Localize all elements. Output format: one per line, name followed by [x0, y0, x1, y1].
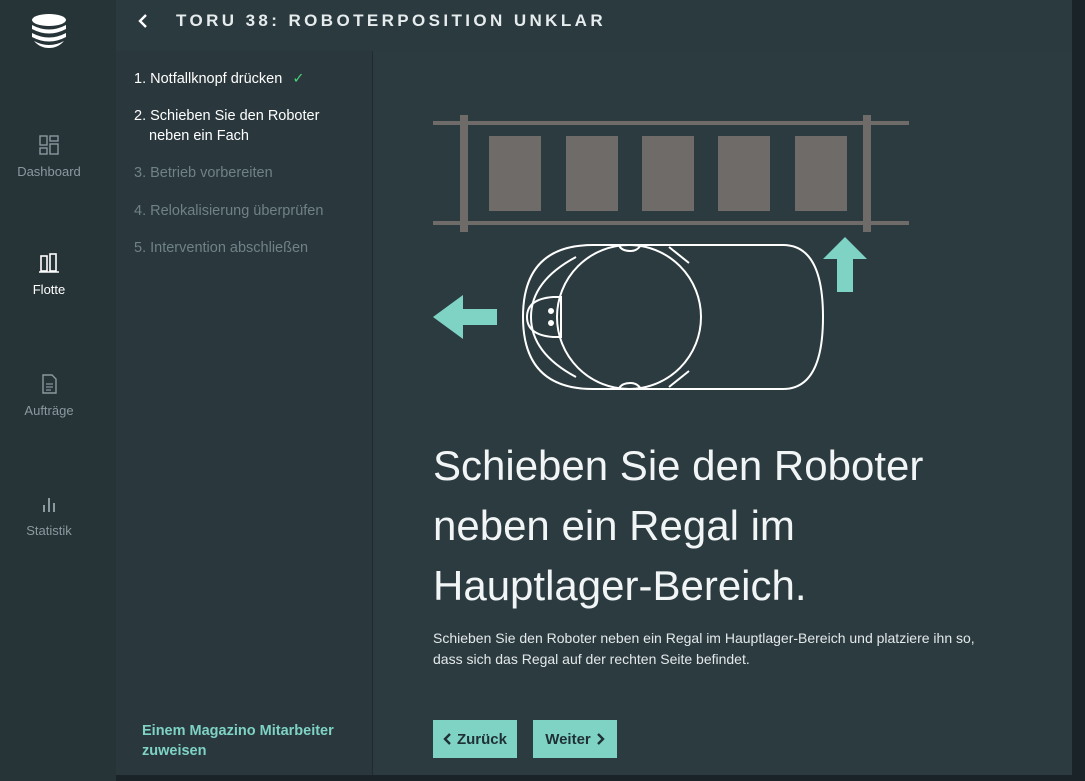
- shelf-graphic: [433, 115, 909, 232]
- assign-employee-link[interactable]: Einem Magazino Mitarbeiter zuweisen: [142, 721, 362, 761]
- nav-dashboard-label: Dashboard: [17, 164, 81, 179]
- description-line2: dass sich das Regal auf der rechten Seit…: [433, 651, 750, 667]
- nav-statistik[interactable]: Statistik: [0, 493, 98, 538]
- side-navigation: Dashboard Flotte Aufträge Statistik: [0, 0, 116, 781]
- assign-link-line1: Einem Magazino Mitarbeiter: [142, 723, 334, 739]
- arrow-up-icon: [823, 237, 867, 292]
- chevron-right-icon: [596, 733, 605, 745]
- nav-flotte[interactable]: Flotte: [0, 252, 98, 297]
- page-header: TORU 38: ROBOTERPOSITION UNKLAR: [116, 0, 1072, 51]
- step-number: 1.: [134, 71, 147, 87]
- step-description: Schieben Sie den Roboter neben ein Regal…: [433, 628, 1053, 670]
- magazino-logo[interactable]: [28, 12, 70, 50]
- robot-shelf-illustration: [433, 115, 909, 390]
- back-step-label: Zurück: [456, 730, 507, 748]
- window-edge-bottom: [116, 775, 1072, 781]
- chevron-left-icon: [138, 14, 147, 28]
- window-edge: [1072, 0, 1085, 781]
- chevron-left-icon: [443, 733, 451, 745]
- bar-chart-icon: [43, 498, 55, 512]
- nav-auftraege-label: Aufträge: [24, 403, 74, 418]
- nav-dashboard[interactable]: Dashboard: [0, 134, 98, 179]
- step-number: 2.: [134, 108, 147, 124]
- nav-auftraege[interactable]: Aufträge: [0, 373, 98, 418]
- step-number: 4.: [134, 203, 147, 219]
- steps-panel: 1. Notfallknopf drücken ✓ 2. Schieben Si…: [116, 51, 372, 775]
- headline-line1: Schieben Sie den Roboter: [433, 442, 924, 489]
- step-label: Relokalisierung überprüfen: [150, 203, 324, 219]
- document-icon: [42, 374, 57, 394]
- nav-flotte-label: Flotte: [32, 282, 66, 297]
- step-headline: Schieben Sie den Roboter neben ein Regal…: [433, 436, 1033, 616]
- page-title: TORU 38: ROBOTERPOSITION UNKLAR: [176, 11, 606, 30]
- step-label: Betrieb vorbereiten: [150, 165, 273, 181]
- step-item[interactable]: 1. Notfallknopf drücken ✓: [134, 69, 359, 89]
- arrow-left-icon: [433, 295, 497, 339]
- back-button[interactable]: [136, 10, 158, 36]
- next-step-button[interactable]: Weiter: [533, 720, 617, 758]
- next-step-label: Weiter: [545, 730, 591, 748]
- step-label: Notfallknopf drücken: [150, 71, 283, 87]
- nav-statistik-label: Statistik: [26, 523, 72, 538]
- step-item: 3. Betrieb vorbereiten: [134, 163, 359, 183]
- back-step-button[interactable]: Zurück: [433, 720, 517, 758]
- step-item: 4. Relokalisierung überprüfen: [134, 201, 359, 221]
- step-item[interactable]: 2. Schieben Sie den Roboter neben ein Fa…: [134, 106, 359, 146]
- dashboard-grid-icon: [39, 135, 59, 155]
- description-line1: Schieben Sie den Roboter neben ein Regal…: [433, 630, 975, 646]
- headline-line3: Hauptlager-Bereich.: [433, 562, 807, 609]
- step-number: 5.: [134, 240, 147, 256]
- step-label: Intervention abschließen: [150, 240, 309, 256]
- step-label: Schieben Sie den Roboter: [150, 108, 320, 124]
- robot-graphic: [521, 244, 825, 390]
- fleet-icon: [39, 253, 59, 273]
- assign-link-line2: zuweisen: [142, 743, 207, 759]
- step-label-continued: neben ein Fach: [149, 128, 249, 144]
- checkmark-icon: ✓: [292, 71, 305, 87]
- headline-line2: neben ein Regal im: [433, 502, 795, 549]
- step-number: 3.: [134, 165, 147, 181]
- step-item: 5. Intervention abschließen: [134, 238, 359, 258]
- main-content: Schieben Sie den Roboter neben ein Regal…: [373, 51, 1072, 775]
